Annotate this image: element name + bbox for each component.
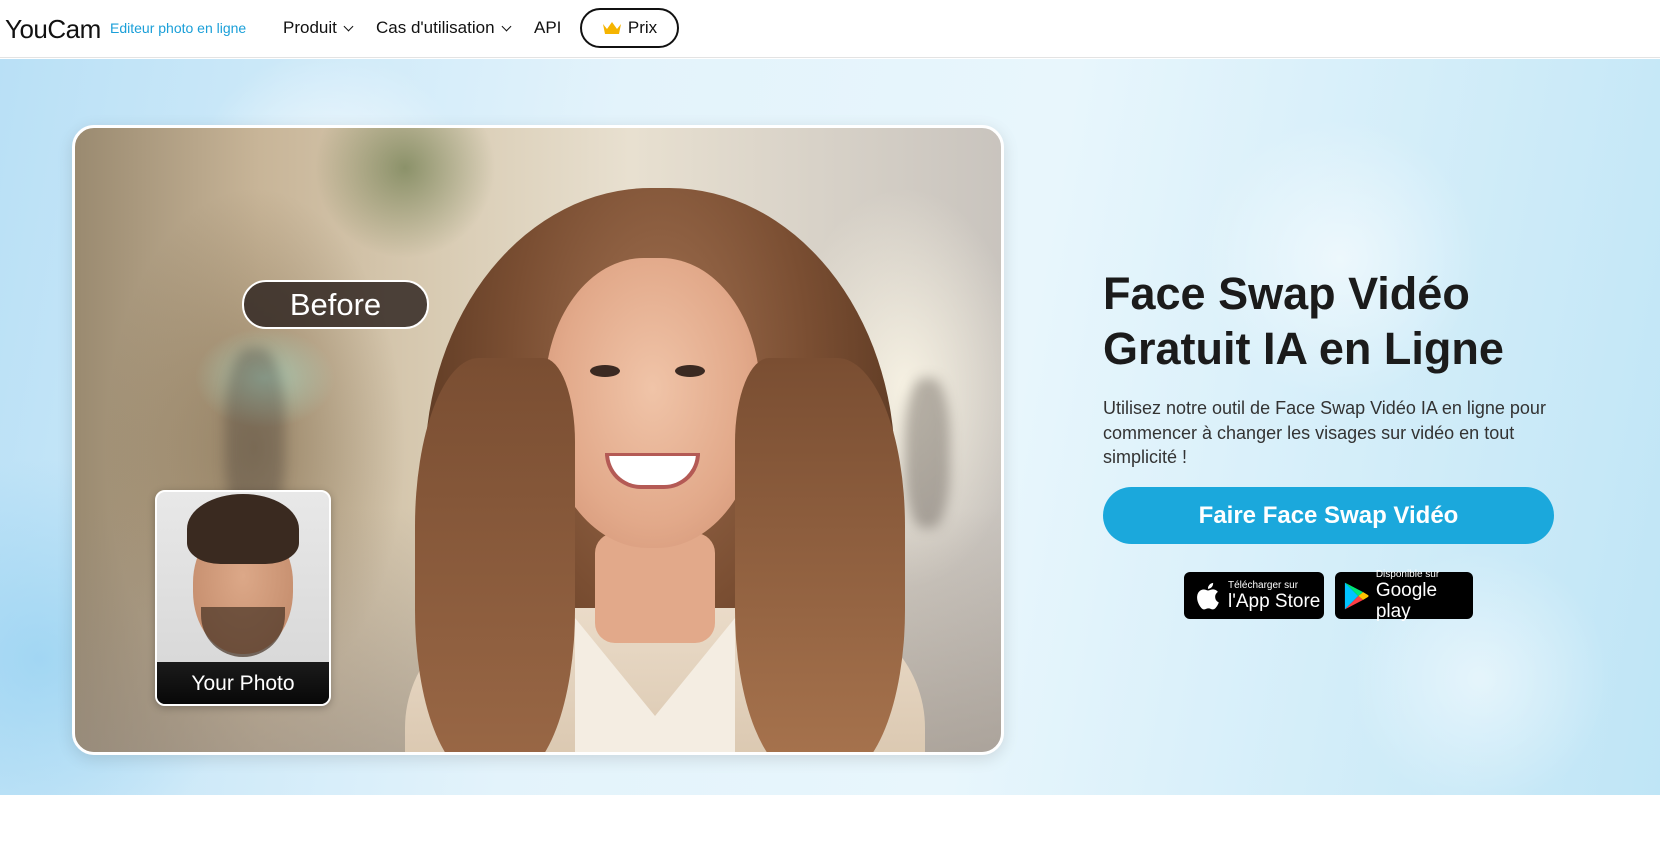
app-store-button[interactable]: Télécharger sur l'App Store (1184, 572, 1324, 619)
woman-eye-left (590, 365, 620, 377)
blurred-figure (905, 378, 950, 528)
woman-face (545, 258, 760, 548)
before-label: Before (242, 280, 429, 329)
woman-eye-right (675, 365, 705, 377)
nav-item-label: API (534, 18, 562, 37)
pricing-button[interactable]: Prix (580, 8, 679, 48)
crown-icon (602, 22, 621, 34)
man-beard (201, 607, 285, 657)
woman-hair-right (735, 358, 905, 752)
nav-item-api[interactable]: API (534, 18, 561, 38)
your-photo-label: Your Photo (157, 664, 329, 704)
google-play-big-text: Google play (1375, 580, 1438, 622)
hero-description: Utilisez notre outil de Face Swap Vidéo … (1103, 398, 1546, 467)
your-photo-thumbnail: Your Photo (155, 490, 331, 706)
woman-hair-left (415, 358, 575, 752)
man-hair (187, 494, 299, 564)
nav-item-label: Produit (283, 18, 337, 37)
apple-icon (1197, 582, 1219, 609)
face-swap-video-button[interactable]: Faire Face Swap Vidéo (1103, 487, 1554, 544)
chevron-down-icon (501, 21, 511, 32)
pricing-label: Prix (627, 18, 658, 37)
page-title: Face Swap Vidéo Gratuit IA en Ligne (1103, 266, 1623, 376)
app-store-big-text: l'App Store (1228, 590, 1321, 612)
google-play-button[interactable]: Disponible sur Google play (1335, 569, 1473, 622)
chevron-down-icon (343, 21, 354, 32)
nav-item-cas-utilisation[interactable]: Cas d'utilisation (376, 18, 511, 38)
google-play-icon (1344, 582, 1369, 609)
page-below-fold (0, 795, 1660, 841)
nav-item-produit[interactable]: Produit (283, 18, 354, 38)
woman-neck (595, 533, 715, 643)
title-line-2: Gratuit IA en Ligne (1103, 323, 1504, 374)
google-play-small-text: Disponible sur (1375, 569, 1440, 580)
demo-image-card: Before Your Photo (72, 125, 1004, 755)
title-line-1: Face Swap Vidéo (1103, 268, 1470, 319)
top-navbar: YouCam Editeur photo en ligne Produit Ca… (0, 0, 1660, 58)
logo-subtitle[interactable]: Editeur photo en ligne (110, 20, 246, 36)
app-store-small-text: Télécharger sur (1228, 579, 1299, 591)
nav-item-label: Cas d'utilisation (376, 18, 495, 37)
youcam-logo[interactable]: YouCam (5, 14, 101, 45)
